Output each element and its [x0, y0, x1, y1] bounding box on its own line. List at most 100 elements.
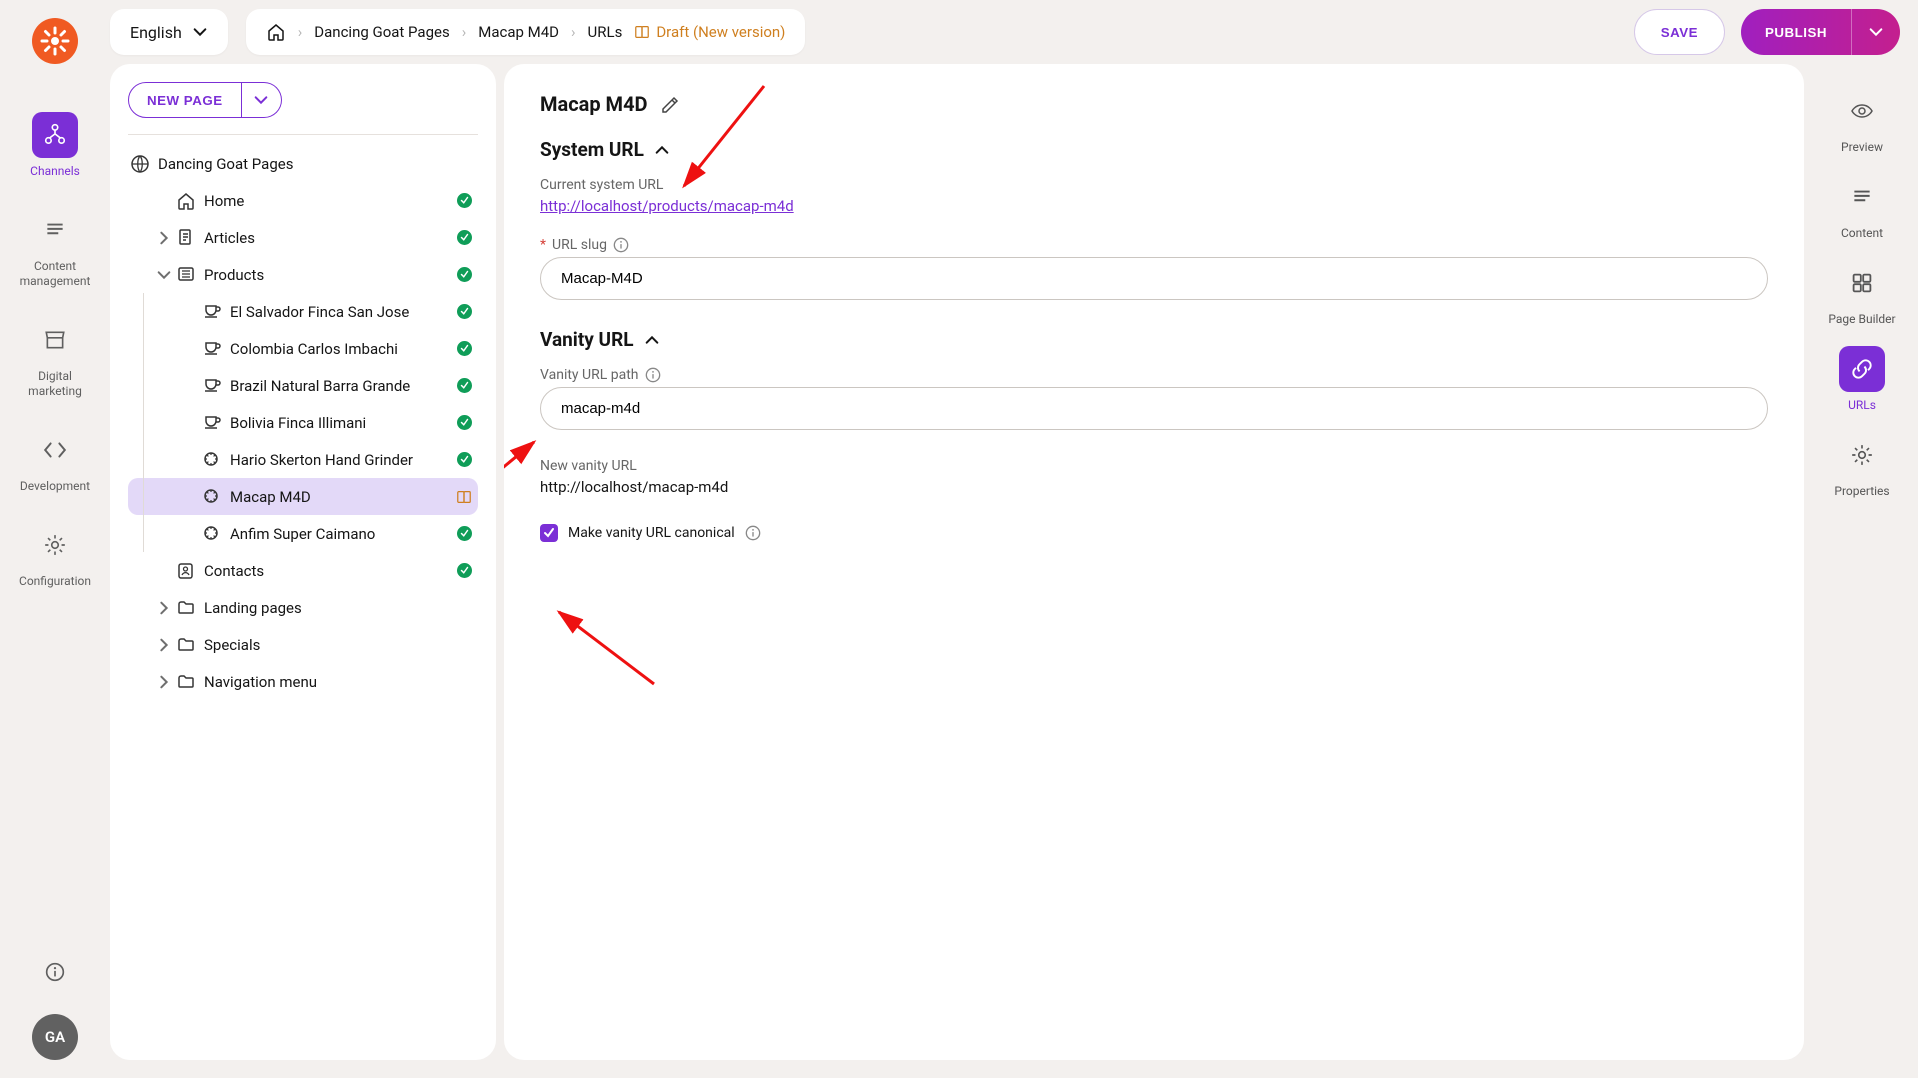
vanity-path-input[interactable] [540, 387, 1768, 430]
status-published-icon [457, 341, 472, 356]
tree-label: Anfim Super Caimano [230, 525, 457, 543]
tree-node[interactable]: Specials [128, 626, 478, 663]
edit-icon[interactable] [660, 94, 680, 114]
folder2-icon [174, 598, 198, 618]
rr-preview[interactable]: Preview [1812, 88, 1912, 154]
new-page-dropdown[interactable] [242, 82, 282, 118]
cup-icon [200, 413, 224, 433]
chevron-down-icon [192, 24, 208, 40]
tree-label: Dancing Goat Pages [158, 155, 472, 173]
publish-button-main[interactable]: PUBLISH [1741, 9, 1851, 55]
tree-node[interactable]: El Salvador Finca San Jose [128, 293, 478, 330]
status-draft-icon [456, 489, 472, 505]
status-published-icon [457, 563, 472, 578]
tree-node[interactable]: Navigation menu [128, 663, 478, 700]
publish-button[interactable]: PUBLISH [1741, 9, 1900, 55]
status-published-icon [457, 193, 472, 208]
new-page-button[interactable]: NEW PAGE [128, 82, 242, 118]
rr-content[interactable]: Content [1812, 174, 1912, 240]
tree-node[interactable]: Macap M4D [128, 478, 478, 515]
tree-label: El Salvador Finca San Jose [230, 303, 457, 321]
rr-properties[interactable]: Properties [1812, 432, 1912, 498]
avatar[interactable]: GA [32, 1014, 78, 1060]
tree-node[interactable]: Anfim Super Caimano [128, 515, 478, 552]
info-icon[interactable] [613, 237, 629, 253]
chevron-right-icon[interactable] [154, 600, 174, 616]
language-selector[interactable]: English [110, 9, 228, 55]
help-icon[interactable] [41, 958, 69, 986]
breadcrumb-item[interactable]: Macap M4D [478, 23, 559, 41]
language-label: English [130, 23, 182, 42]
rail-development[interactable]: Development [20, 427, 90, 494]
tree-node[interactable]: Hario Skerton Hand Grinder [128, 441, 478, 478]
url-slug-input[interactable] [540, 257, 1768, 300]
current-system-url-link[interactable]: http://localhost/products/macap-m4d [540, 197, 794, 215]
contacts-icon [174, 561, 198, 581]
section-system-url[interactable]: System URL [540, 138, 1768, 161]
section-vanity-url[interactable]: Vanity URL [540, 328, 1768, 351]
publish-dropdown[interactable] [1851, 9, 1900, 55]
rail-digital-marketing[interactable]: Digital marketing [28, 317, 82, 399]
info-icon[interactable] [745, 525, 761, 541]
chevron-right-icon[interactable] [154, 637, 174, 653]
rr-page-builder[interactable]: Page Builder [1812, 260, 1912, 326]
tree-label: Macap M4D [230, 488, 456, 506]
chevron-right-icon[interactable] [154, 674, 174, 690]
tree-label: Products [204, 266, 457, 284]
draft-icon [634, 24, 650, 40]
new-vanity-label: New vanity URL [540, 458, 1768, 474]
tree-label: Colombia Carlos Imbachi [230, 340, 457, 358]
chevron-right-icon[interactable] [154, 230, 174, 246]
tree-node[interactable]: Home [128, 182, 478, 219]
rail-configuration[interactable]: Configuration [19, 522, 91, 589]
tree-label: Hario Skerton Hand Grinder [230, 451, 457, 469]
chevron-up-icon [654, 142, 670, 158]
home-icon[interactable] [266, 22, 286, 42]
rail-label: Configuration [19, 574, 91, 589]
current-system-url-label: Current system URL [540, 177, 1768, 193]
status-published-icon [457, 230, 472, 245]
breadcrumb-item[interactable]: URLs [588, 23, 623, 41]
annotation-arrow [544, 604, 664, 694]
rail-channels[interactable]: Channels [30, 112, 80, 179]
tree-label: Bolivia Finca Illimani [230, 414, 457, 432]
status-published-icon [457, 452, 472, 467]
tree-node[interactable]: Colombia Carlos Imbachi [128, 330, 478, 367]
tree-node[interactable]: Landing pages [128, 589, 478, 626]
tree-node[interactable]: Bolivia Finca Illimani [128, 404, 478, 441]
folder-icon [174, 265, 198, 285]
folder2-icon [174, 672, 198, 692]
grinder-icon [200, 487, 224, 507]
rr-urls[interactable]: URLs [1812, 346, 1912, 412]
tree-node[interactable]: Contacts [128, 552, 478, 589]
page-title: Macap M4D [540, 92, 648, 116]
chevron-down-icon[interactable] [154, 267, 174, 283]
rail-content-management[interactable]: Content management [20, 207, 91, 289]
breadcrumb: › Dancing Goat Pages › Macap M4D › URLs … [246, 9, 806, 55]
status-published-icon [457, 378, 472, 393]
cup-icon [200, 376, 224, 396]
vanity-path-label: Vanity URL path [540, 367, 1768, 383]
cup-icon [200, 302, 224, 322]
tree-label: Contacts [204, 562, 457, 580]
grinder-icon [200, 524, 224, 544]
app-logo[interactable] [32, 18, 78, 64]
home-icon [174, 191, 198, 211]
breadcrumb-item[interactable]: Dancing Goat Pages [314, 23, 449, 41]
status-badge: Draft (New version) [634, 23, 785, 41]
annotation-arrow [504, 434, 544, 484]
tree-node[interactable]: Articles [128, 219, 478, 256]
chevron-up-icon [644, 332, 660, 348]
status-published-icon [457, 415, 472, 430]
cup-icon [200, 339, 224, 359]
tree-node[interactable]: Brazil Natural Barra Grande [128, 367, 478, 404]
info-icon[interactable] [645, 367, 661, 383]
new-vanity-value: http://localhost/macap-m4d [540, 478, 1768, 496]
tree-label: Navigation menu [204, 673, 472, 691]
rail-label: Development [20, 479, 90, 494]
canonical-checkbox[interactable] [540, 524, 558, 542]
save-button[interactable]: SAVE [1634, 9, 1725, 55]
canonical-label: Make vanity URL canonical [568, 525, 735, 541]
tree-root[interactable]: Dancing Goat Pages [128, 145, 478, 182]
tree-node[interactable]: Products [128, 256, 478, 293]
